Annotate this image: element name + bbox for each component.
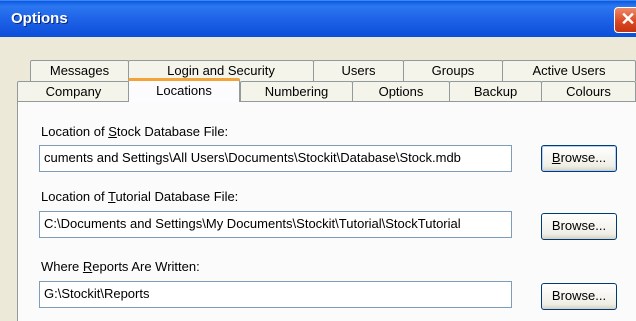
reports-browse-button[interactable]: Browse... (541, 283, 617, 310)
title-bar[interactable]: Options ✕ (0, 0, 636, 37)
tab-backup[interactable]: Backup (449, 81, 542, 102)
close-button[interactable]: ✕ (614, 7, 636, 33)
reports-label: Where Reports Are Written: (41, 259, 200, 274)
reports-path-field[interactable]: G:\Stockit\Reports (39, 281, 512, 308)
tutorial-db-label: Location of Tutorial Database File: (41, 189, 239, 204)
stock-db-browse-button[interactable]: Browse... (541, 145, 617, 172)
tab-colours[interactable]: Colours (541, 81, 636, 102)
tab-locations[interactable]: Locations (128, 78, 240, 102)
tutorial-db-path-field[interactable]: C:\Documents and Settings\My Documents\S… (39, 211, 512, 238)
options-window: Options ✕ Messages Login and Security Us… (0, 0, 636, 321)
window-title: Options (11, 10, 68, 27)
tab-options[interactable]: Options (352, 81, 450, 102)
stock-db-path-field[interactable]: cuments and Settings\All Users\Documents… (39, 145, 512, 172)
stock-db-label: Location of Stock Database File: (41, 124, 229, 139)
tab-company[interactable]: Company (17, 81, 130, 102)
tutorial-db-browse-button[interactable]: Browse... (541, 213, 617, 240)
tab-messages[interactable]: Messages (30, 60, 129, 81)
tab-active-users[interactable]: Active Users (502, 60, 636, 81)
tab-groups[interactable]: Groups (403, 60, 503, 81)
close-icon: ✕ (620, 9, 636, 29)
tab-users[interactable]: Users (313, 60, 404, 81)
tab-numbering[interactable]: Numbering (240, 81, 353, 102)
